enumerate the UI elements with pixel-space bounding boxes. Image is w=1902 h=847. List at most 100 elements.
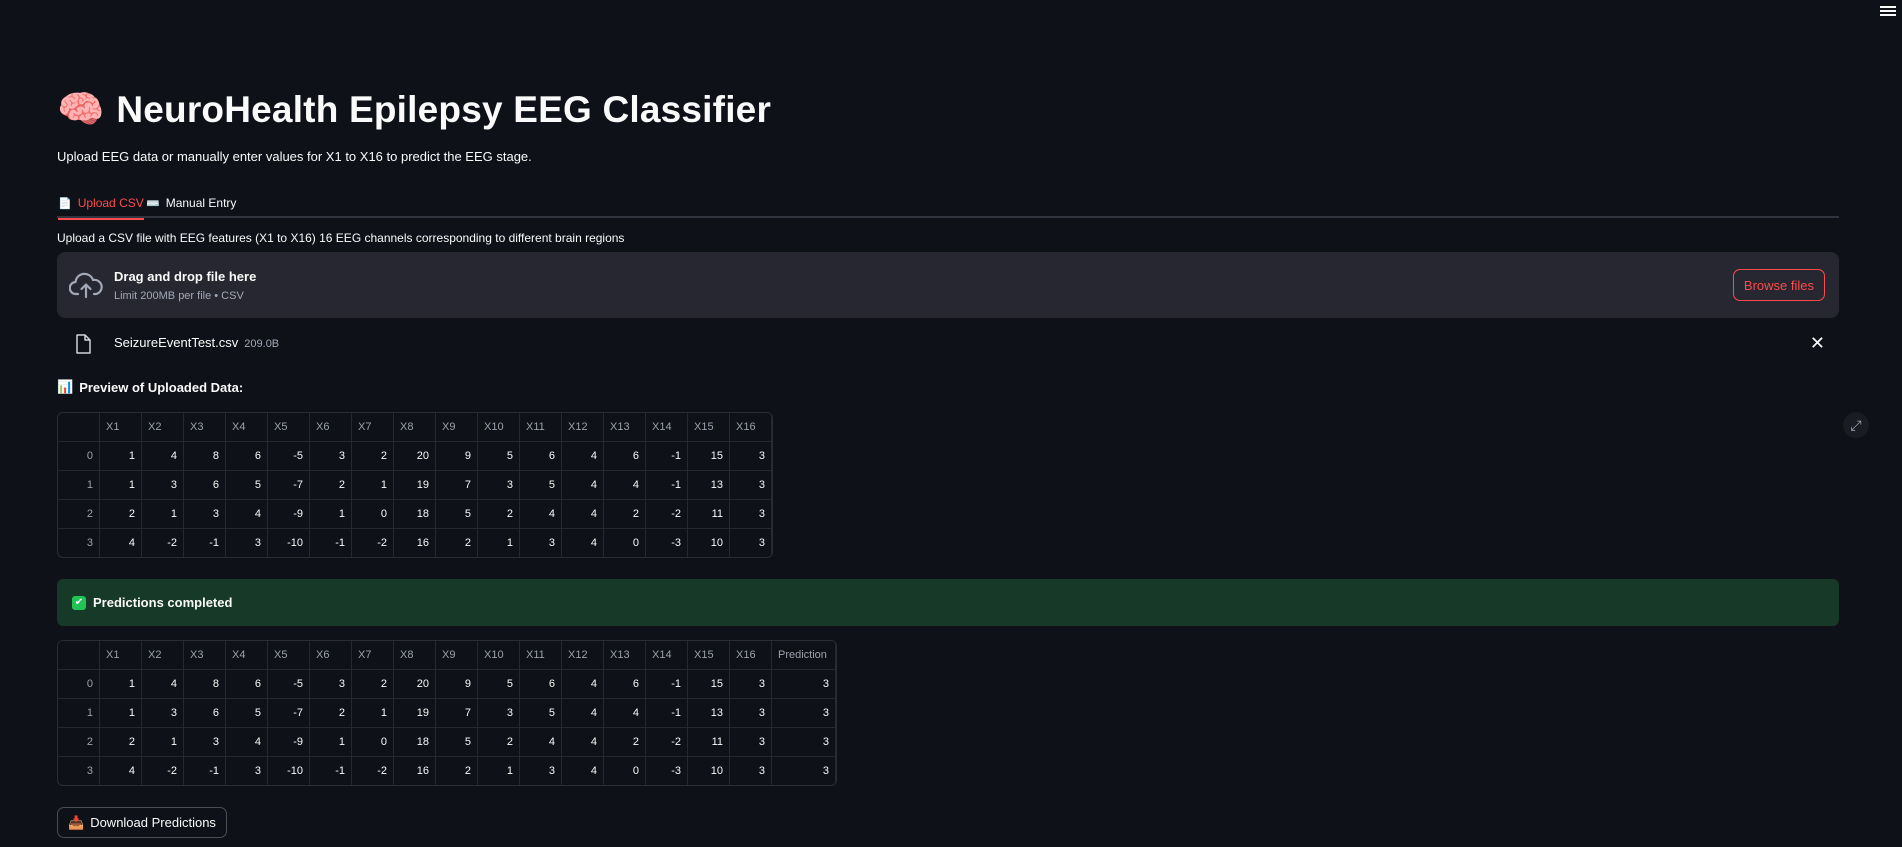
close-icon[interactable]: ✕ (1810, 333, 1825, 354)
table-cell[interactable]: 3 (309, 669, 352, 699)
table-cell[interactable]: 4 (99, 528, 142, 557)
table-cell[interactable]: 13 (687, 470, 730, 500)
table-cell[interactable]: -1 (645, 698, 688, 728)
table-cell[interactable]: 0 (351, 499, 394, 529)
table-cell[interactable]: 0 (603, 528, 646, 557)
table-cell[interactable]: 4 (561, 698, 604, 728)
table-cell[interactable]: 4 (603, 470, 646, 500)
table-cell[interactable]: 6 (225, 441, 268, 471)
table-cell[interactable]: 1 (309, 727, 352, 757)
table-cell[interactable]: 5 (519, 698, 562, 728)
fullscreen-icon[interactable]: ⤢ (1843, 412, 1869, 438)
table-cell[interactable]: -5 (267, 441, 310, 471)
hamburger-menu-icon[interactable] (1880, 4, 1896, 18)
table-cell[interactable]: 4 (141, 669, 184, 699)
table-cell[interactable]: 6 (183, 470, 226, 500)
table-cell[interactable]: 2 (603, 727, 646, 757)
table-cell[interactable]: 6 (603, 669, 646, 699)
tab-manual-entry[interactable]: ⌨️ Manual Entry (146, 190, 236, 216)
table-cell[interactable]: 2 (435, 528, 478, 557)
table-cell[interactable]: 2 (309, 470, 352, 500)
column-header[interactable]: X11 (519, 641, 562, 670)
table-cell[interactable]: 1 (477, 756, 520, 785)
table-cell[interactable]: 3 (141, 698, 184, 728)
column-header[interactable]: X10 (477, 413, 520, 442)
table-cell[interactable]: 3 (729, 756, 772, 785)
table-cell[interactable]: 3 (729, 528, 772, 557)
column-header[interactable]: X7 (351, 641, 394, 670)
table-cell[interactable]: 2 (351, 669, 394, 699)
table-cell[interactable]: 3 (729, 441, 772, 471)
table-cell[interactable]: 3 (141, 470, 184, 500)
table-cell[interactable]: 6 (183, 698, 226, 728)
table-cell[interactable]: 6 (519, 441, 562, 471)
table-cell[interactable]: -1 (183, 528, 226, 557)
table-cell[interactable]: 7 (435, 698, 478, 728)
table-cell[interactable]: 3 (183, 499, 226, 529)
column-header[interactable]: X14 (645, 413, 688, 442)
table-cell[interactable]: 1 (99, 470, 142, 500)
column-header[interactable]: X6 (309, 641, 352, 670)
table-cell[interactable]: 2 (603, 499, 646, 529)
predictions-table[interactable]: X1 X2 X3 X4 X5 X6 X7 X8 X9 X10 X11 X12 X13 X14 X15 X16 P… (57, 640, 837, 786)
table-cell[interactable]: 0 (351, 727, 394, 757)
column-header[interactable]: X13 (603, 413, 646, 442)
table-cell[interactable]: 9 (435, 441, 478, 471)
table-cell[interactable]: 4 (561, 528, 604, 557)
column-header[interactable]: X2 (141, 641, 184, 670)
column-header[interactable]: X16 (729, 413, 772, 442)
table-cell[interactable]: 4 (99, 756, 142, 785)
table-cell[interactable]: 4 (561, 669, 604, 699)
table-cell[interactable]: 1 (99, 698, 142, 728)
table-cell[interactable]: 10 (687, 528, 730, 557)
column-header[interactable]: X5 (267, 413, 310, 442)
column-header[interactable]: X5 (267, 641, 310, 670)
column-header[interactable]: X11 (519, 413, 562, 442)
table-cell[interactable]: 3 (729, 727, 772, 757)
table-cell[interactable]: -1 (645, 669, 688, 699)
table-cell[interactable]: 15 (687, 669, 730, 699)
table-cell[interactable]: 2 (99, 727, 142, 757)
table-cell[interactable]: -3 (645, 528, 688, 557)
table-cell[interactable]: 4 (141, 441, 184, 471)
table-cell[interactable]: 3 (729, 470, 772, 500)
table-cell[interactable]: 11 (687, 727, 730, 757)
table-cell[interactable]: 1 (141, 727, 184, 757)
download-predictions-button[interactable]: 📥 Download Predictions (57, 807, 227, 838)
table-cell[interactable]: 1 (351, 698, 394, 728)
column-header[interactable]: X1 (99, 641, 142, 670)
column-header[interactable]: X13 (603, 641, 646, 670)
table-cell[interactable]: 5 (435, 499, 478, 529)
table-cell[interactable]: 18 (393, 727, 436, 757)
table-cell[interactable]: -10 (267, 756, 310, 785)
table-cell[interactable]: 3 (771, 756, 836, 785)
table-cell[interactable]: 8 (183, 669, 226, 699)
table-cell[interactable]: -1 (645, 441, 688, 471)
table-cell[interactable]: 19 (393, 470, 436, 500)
table-cell[interactable]: 3 (183, 727, 226, 757)
table-cell[interactable]: 3 (225, 528, 268, 557)
table-cell[interactable]: 4 (225, 499, 268, 529)
table-cell[interactable]: 1 (351, 470, 394, 500)
table-cell[interactable]: 2 (435, 756, 478, 785)
table-cell[interactable]: 3 (729, 669, 772, 699)
table-cell[interactable]: 1 (309, 499, 352, 529)
column-header[interactable]: X6 (309, 413, 352, 442)
table-cell[interactable]: -7 (267, 698, 310, 728)
table-cell[interactable]: 2 (477, 499, 520, 529)
table-cell[interactable]: -1 (309, 756, 352, 785)
table-cell[interactable]: 1 (99, 441, 142, 471)
table-cell[interactable]: 3 (309, 441, 352, 471)
table-cell[interactable]: 5 (435, 727, 478, 757)
column-header[interactable]: X4 (225, 413, 268, 442)
table-cell[interactable]: 6 (519, 669, 562, 699)
column-header[interactable]: X3 (183, 413, 226, 442)
table-cell[interactable]: -5 (267, 669, 310, 699)
column-header[interactable]: X15 (687, 413, 730, 442)
table-cell[interactable]: 15 (687, 441, 730, 471)
column-header[interactable]: X8 (393, 413, 436, 442)
table-cell[interactable]: -1 (183, 756, 226, 785)
table-cell[interactable]: 10 (687, 756, 730, 785)
table-cell[interactable]: 1 (477, 528, 520, 557)
table-cell[interactable]: 16 (393, 528, 436, 557)
